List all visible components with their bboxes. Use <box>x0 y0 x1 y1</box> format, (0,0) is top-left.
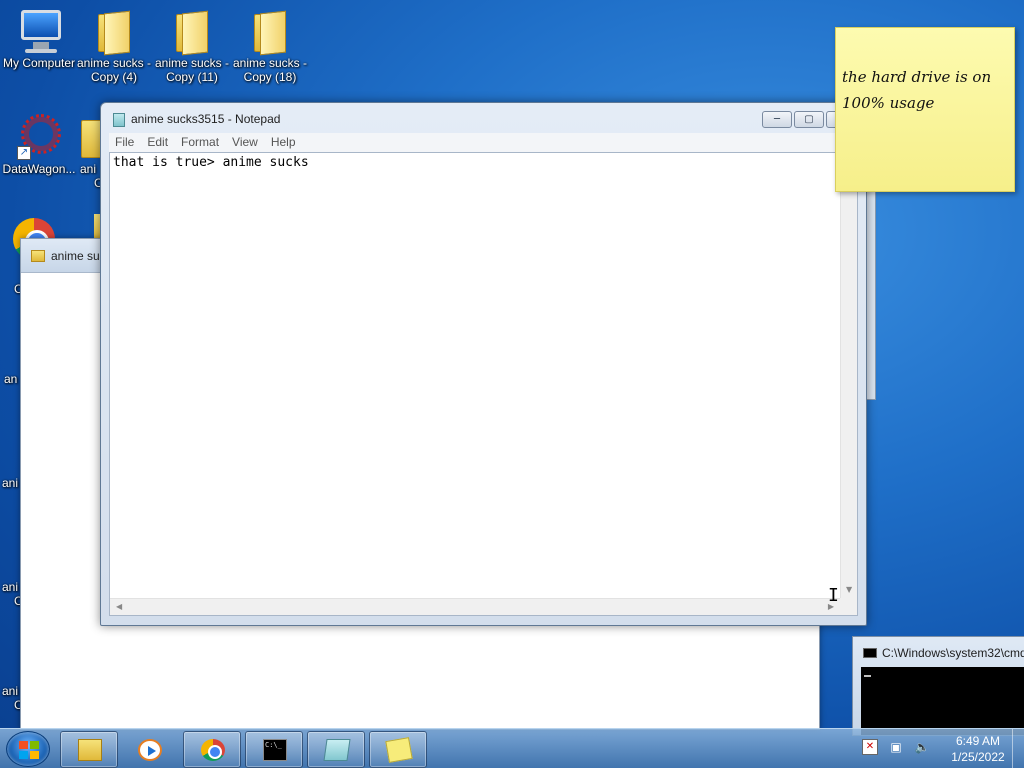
action-center-flag-icon[interactable]: ✕ <box>862 739 878 755</box>
desktop-icon-label: My Computer <box>2 56 76 70</box>
taskbar-button-media-player[interactable] <box>120 731 178 768</box>
windows-logo-icon <box>19 741 39 759</box>
network-icon[interactable]: ▣ <box>888 739 904 755</box>
cmd-console[interactable] <box>861 667 1024 735</box>
shortcut-arrow-icon: ↗ <box>17 146 31 160</box>
notepad-window[interactable]: anime sucks3515 - Notepad ─ ▢ ✕ File Edi… <box>100 102 867 626</box>
text-cursor-icon: I <box>828 585 839 606</box>
sticky-notes-icon <box>385 737 413 763</box>
menu-edit[interactable]: Edit <box>147 133 175 152</box>
horizontal-scrollbar[interactable]: ◀ ▶ <box>110 598 840 615</box>
explorer-title: anime suc <box>51 248 106 263</box>
notepad-icon <box>323 739 351 761</box>
sticky-note[interactable]: the hard drive is on 100% usage <box>835 27 1015 192</box>
scroll-left-icon[interactable]: ◀ <box>116 602 122 611</box>
cmd-icon <box>863 648 877 658</box>
editor-content[interactable]: that is true> anime sucks <box>113 155 309 170</box>
desktop-icon-my-computer[interactable]: My Computer <box>0 6 78 70</box>
desktop-icon-label: ani <box>80 162 97 176</box>
notepad-icon <box>113 113 125 127</box>
media-player-icon <box>138 739 162 761</box>
folder-icon <box>90 6 138 56</box>
taskbar-button-cmd[interactable]: C:\_ <box>245 731 303 768</box>
resize-grip[interactable] <box>840 598 857 615</box>
window-title: anime sucks3515 - Notepad <box>131 112 281 126</box>
my-computer-icon <box>15 6 63 54</box>
clock-time: 6:49 AM <box>955 734 1001 748</box>
menu-format[interactable]: Format <box>181 133 226 152</box>
folder-icon <box>246 6 294 56</box>
menu-file[interactable]: File <box>115 133 141 152</box>
desktop-icon-folder-copy-18[interactable]: anime sucks - Copy (18) <box>231 6 309 84</box>
command-prompt-icon: C:\_ <box>263 739 287 761</box>
desktop-icon-label-line2: Copy (18) <box>243 70 297 84</box>
desktop-icon-label: anime sucks - <box>154 56 230 70</box>
sticky-note-text[interactable]: the hard drive is on 100% usage <box>842 64 1008 116</box>
taskbar-button-sticky-notes[interactable] <box>369 731 427 768</box>
start-button[interactable] <box>6 731 50 767</box>
cmd-title: C:\Windows\system32\cmd <box>882 646 1024 660</box>
desktop-icon-label-line2: Copy (11) <box>166 70 218 84</box>
folder-icon <box>78 739 102 761</box>
vertical-scrollbar[interactable]: ▲ ▼ <box>840 153 857 598</box>
desktop-icon-label: anime sucks - <box>232 56 308 70</box>
chrome-icon <box>201 739 225 761</box>
show-desktop-button[interactable] <box>1012 729 1024 768</box>
desktop-icon-label-partial: ani <box>2 476 19 490</box>
desktop-icon-label-line2: Copy (4) <box>90 70 137 84</box>
taskbar-button-explorer[interactable] <box>60 731 118 768</box>
desktop-icon-label-partial: ani <box>2 580 19 594</box>
system-tray: ✕ ▣ 🔈 <box>862 739 930 755</box>
desktop-icon-label: anime sucks - <box>76 56 152 70</box>
scroll-down-icon[interactable]: ▼ <box>846 585 852 594</box>
desktop-icon-label-partial: an <box>4 372 18 386</box>
desktop-icon-folder-copy-11[interactable]: anime sucks - Copy (11) <box>153 6 231 84</box>
folder-icon <box>31 249 45 262</box>
desktop-icon-label: DataWagon... <box>2 162 76 176</box>
notepad-titlebar[interactable]: anime sucks3515 - Notepad ─ ▢ ✕ <box>101 103 866 133</box>
taskbar-button-notepad[interactable] <box>307 731 365 768</box>
maximize-button[interactable]: ▢ <box>794 111 824 128</box>
minimize-button[interactable]: ─ <box>762 111 792 128</box>
cmd-window[interactable]: C:\Windows\system32\cmd <box>852 636 1024 736</box>
menu-help[interactable]: Help <box>271 133 303 152</box>
menu-view[interactable]: View <box>232 133 265 152</box>
text-editor[interactable]: that is true> anime sucks ▲ ▼ ◀ ▶ I <box>109 152 858 616</box>
desktop-icon-datawagon[interactable]: ↗ DataWagon... <box>0 112 78 176</box>
cmd-titlebar[interactable]: C:\Windows\system32\cmd <box>863 646 1024 660</box>
clock[interactable]: 6:49 AM 1/25/2022 <box>938 733 1018 765</box>
clock-date: 1/25/2022 <box>951 750 1005 764</box>
taskbar: C:\_ ✕ ▣ 🔈 6:49 AM 1/25/2022 <box>0 728 1024 768</box>
console-cursor <box>864 675 871 677</box>
volume-icon[interactable]: 🔈 <box>914 739 930 755</box>
datawagon-shortcut-icon: ↗ <box>15 112 63 160</box>
desktop-icon-label-partial: ani <box>2 684 19 698</box>
menu-bar: File Edit Format View Help <box>109 133 858 152</box>
desktop-icon-folder-copy-4[interactable]: anime sucks - Copy (4) <box>75 6 153 84</box>
taskbar-button-chrome[interactable] <box>183 731 241 768</box>
folder-icon <box>168 6 216 56</box>
